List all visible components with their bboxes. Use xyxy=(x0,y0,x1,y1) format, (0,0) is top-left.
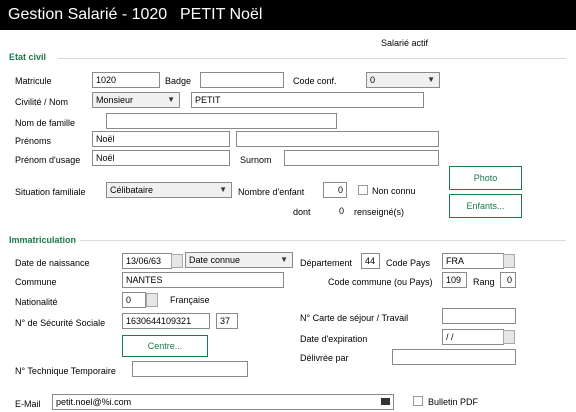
bulletin-pdf-checkbox[interactable] xyxy=(413,396,423,406)
bulletin-pdf-label: Bulletin PDF xyxy=(428,397,479,407)
centre-button[interactable]: Centre... xyxy=(122,335,208,357)
nom-field[interactable]: PETIT xyxy=(191,92,424,108)
secu-cle-field[interactable]: 37 xyxy=(216,313,238,329)
enfants-button[interactable]: Enfants... xyxy=(449,194,522,218)
window-title: Gestion Salarié - 1020 xyxy=(8,6,168,23)
rang-field[interactable]: 0 xyxy=(500,272,516,288)
employee-name-title: PETIT Noël xyxy=(180,6,263,23)
surnom-label: Surnom xyxy=(240,155,272,165)
prenoms-label: Prénoms xyxy=(15,136,52,146)
delivree-label: Délivrée par xyxy=(300,353,349,363)
departement-field[interactable]: 44 xyxy=(361,253,380,269)
section-immatriculation: Immatriculation xyxy=(9,235,77,245)
surnom-field[interactable] xyxy=(284,150,439,166)
email-field[interactable]: petit.noel@%i.com xyxy=(52,394,394,410)
date-type-value: Date connue xyxy=(189,255,241,265)
expiration-field[interactable]: / / xyxy=(442,329,504,345)
delivree-field[interactable] xyxy=(392,349,516,365)
nationalite-label: Nationalité xyxy=(15,297,58,307)
tech-field[interactable] xyxy=(132,361,248,377)
code-conf-value: 0 xyxy=(370,75,376,85)
chevron-down-icon: ▼ xyxy=(427,75,435,84)
section-etat-civil: Etat civil xyxy=(9,52,47,62)
window-titlebar: Gestion Salarié - 1020 PETIT Noël xyxy=(0,0,576,30)
nom-famille-label: Nom de famille xyxy=(15,118,76,128)
chevron-down-icon: ▼ xyxy=(167,95,175,104)
commune-field[interactable]: NANTES xyxy=(122,272,284,288)
naissance-field[interactable]: 13/06/63 xyxy=(122,253,172,269)
prenom-usage-field[interactable]: Noël xyxy=(92,150,230,166)
situation-label: Situation familiale xyxy=(15,187,86,197)
date-type-select[interactable]: Date connue ▼ xyxy=(185,252,293,268)
prenom1-field[interactable]: Noël xyxy=(92,131,230,147)
code-commune-field[interactable]: 109 xyxy=(442,272,467,288)
renseignes-label: renseigné(s) xyxy=(354,207,405,217)
code-conf-label: Code conf. xyxy=(293,76,337,86)
badge-label: Badge xyxy=(165,76,192,86)
matricule-label: Matricule xyxy=(15,76,52,86)
code-commune-label: Code commune (ou Pays) xyxy=(328,277,433,287)
non-connu-label: Non connu xyxy=(372,186,416,196)
nationalite-value: Française xyxy=(170,295,210,305)
prenom2-field[interactable] xyxy=(236,131,439,147)
non-connu-checkbox[interactable] xyxy=(358,185,368,195)
status-label: Salarié actif xyxy=(381,38,429,48)
lookup-icon[interactable] xyxy=(146,293,158,307)
situation-value: Célibataire xyxy=(110,185,154,195)
civilite-value: Monsieur xyxy=(96,95,134,105)
dont-label: dont xyxy=(293,207,311,217)
chevron-down-icon: ▼ xyxy=(219,185,227,194)
nb-enfant-field[interactable]: 0 xyxy=(323,182,347,198)
carte-field[interactable] xyxy=(442,308,516,324)
rang-label: Rang xyxy=(473,277,495,287)
departement-label: Département xyxy=(300,258,353,268)
mail-icon[interactable] xyxy=(381,398,390,405)
carte-label: N° Carte de séjour / Travail xyxy=(300,313,409,323)
tech-label: N° Technique Temporaire xyxy=(15,366,116,376)
nb-enfant-label: Nombre d'enfant xyxy=(238,187,305,197)
badge-field[interactable] xyxy=(200,72,284,88)
commune-label: Commune xyxy=(15,277,57,287)
naissance-label: Date de naissance xyxy=(15,258,90,268)
lookup-icon[interactable] xyxy=(503,254,515,268)
code-pays-label: Code Pays xyxy=(386,258,431,268)
code-conf-select[interactable]: 0 ▼ xyxy=(366,72,440,88)
civilite-select[interactable]: Monsieur ▼ xyxy=(92,92,180,108)
civilite-label: Civilité / Nom xyxy=(15,97,69,107)
expiration-label: Date d'expiration xyxy=(300,334,368,344)
matricule-field[interactable]: 1020 xyxy=(92,72,160,88)
nationalite-code-field[interactable]: 0 xyxy=(122,292,146,308)
nom-famille-field[interactable] xyxy=(106,113,337,129)
section-divider xyxy=(80,240,566,241)
dont-value: 0 xyxy=(339,206,345,216)
calendar-icon[interactable] xyxy=(171,254,183,268)
situation-select[interactable]: Célibataire ▼ xyxy=(106,182,232,198)
photo-button[interactable]: Photo xyxy=(449,166,522,190)
prenom-usage-label: Prénom d'usage xyxy=(15,155,81,165)
email-label: E-Mail xyxy=(15,399,41,409)
chevron-down-icon: ▼ xyxy=(280,255,288,264)
email-value: petit.noel@%i.com xyxy=(56,397,132,407)
calendar-icon[interactable] xyxy=(503,330,515,344)
secu-field[interactable]: 1630644109321 xyxy=(122,313,210,329)
secu-label: N° de Sécurité Sociale xyxy=(15,318,106,328)
code-pays-field[interactable]: FRA xyxy=(442,253,504,269)
section-divider xyxy=(58,58,566,59)
